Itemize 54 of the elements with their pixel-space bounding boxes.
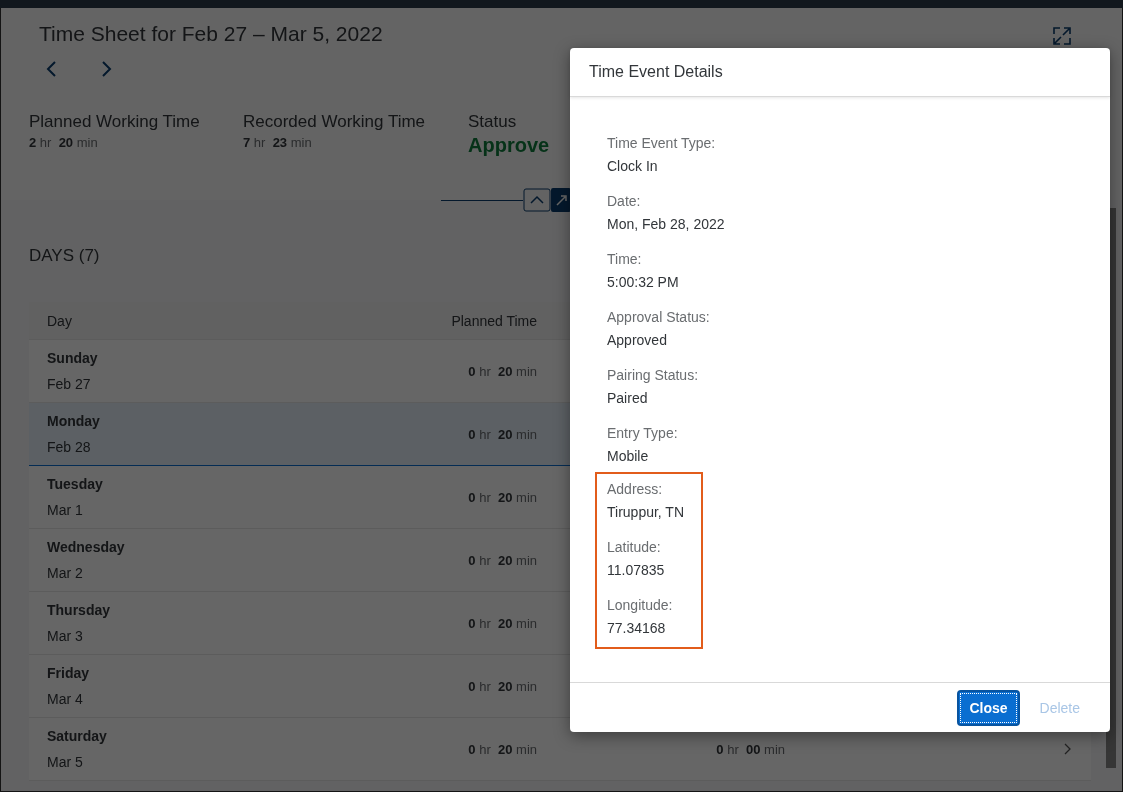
field-label: Approval Status: <box>607 308 711 326</box>
planned-time: 0 hr 20 min <box>467 615 537 631</box>
day-date: Mar 2 <box>47 565 84 581</box>
day-date: Mar 5 <box>47 754 84 770</box>
field-label: Longitude: <box>607 596 674 614</box>
day-name: Sunday <box>47 350 99 366</box>
day-date: Mar 3 <box>47 628 84 644</box>
planned-time: 0 hr 20 min <box>467 552 537 568</box>
planned-time: 0 hr 20 min <box>467 678 537 694</box>
day-name: Saturday <box>47 728 108 744</box>
field-value: Mon, Feb 28, 2022 <box>607 215 726 233</box>
planned-time: 0 hr 20 min <box>467 363 537 379</box>
day-name: Friday <box>47 665 90 681</box>
previous-icon[interactable] <box>45 60 59 78</box>
field-value: 5:00:32 PM <box>607 273 680 291</box>
column-header: Day <box>46 312 73 329</box>
field-label: Address: <box>607 480 664 498</box>
day-date: Mar 1 <box>47 502 84 518</box>
planned-time: 0 hr 20 min <box>467 741 537 757</box>
expand-icon[interactable] <box>1052 26 1072 46</box>
recorded-time: 0 hr 00 min <box>715 741 785 757</box>
status-value: Approve <box>468 135 550 155</box>
field-value: Tiruppur, TN <box>607 503 686 521</box>
column-header: Planned Time <box>450 312 537 329</box>
day-name: Thursday <box>47 602 111 618</box>
field-label: Time: <box>607 250 643 268</box>
field-label: Latitude: <box>607 538 662 556</box>
kpi-label: Recorded Working Time <box>243 112 427 132</box>
next-icon[interactable] <box>99 60 113 78</box>
day-name: Monday <box>47 413 101 429</box>
section-title: DAYS (7) <box>29 246 100 265</box>
field-label: Date: <box>607 192 642 210</box>
day-name: Wednesday <box>47 539 126 555</box>
chevron-icon <box>1063 743 1071 755</box>
kpi-value: 2 hr 20 min <box>29 135 99 150</box>
day-name: Tuesday <box>47 476 104 492</box>
pin-button[interactable] <box>551 188 571 212</box>
field-value: Clock In <box>607 157 659 175</box>
close-button[interactable]: Close <box>957 689 1020 726</box>
field-label: Pairing Status: <box>607 366 700 384</box>
kpi-label: Status <box>468 112 518 132</box>
kpi-label: Planned Working Time <box>29 112 201 132</box>
kpi-value: 7 hr 23 min <box>243 135 313 150</box>
field-value: 11.07835 <box>607 561 666 579</box>
dialog-title: Time Event Details <box>589 63 723 81</box>
field-label: Entry Type: <box>607 424 679 442</box>
field-label: Time Event Type: <box>607 134 717 152</box>
day-date: Mar 4 <box>47 691 84 707</box>
planned-time: 0 hr 20 min <box>467 489 537 505</box>
day-date: Feb 27 <box>47 376 92 392</box>
page-title: Time Sheet for Feb 27 – Mar 5, 2022 <box>39 22 383 46</box>
day-date: Feb 28 <box>47 439 92 455</box>
field-value: 77.34168 <box>607 619 667 637</box>
field-value: Mobile <box>607 447 650 465</box>
